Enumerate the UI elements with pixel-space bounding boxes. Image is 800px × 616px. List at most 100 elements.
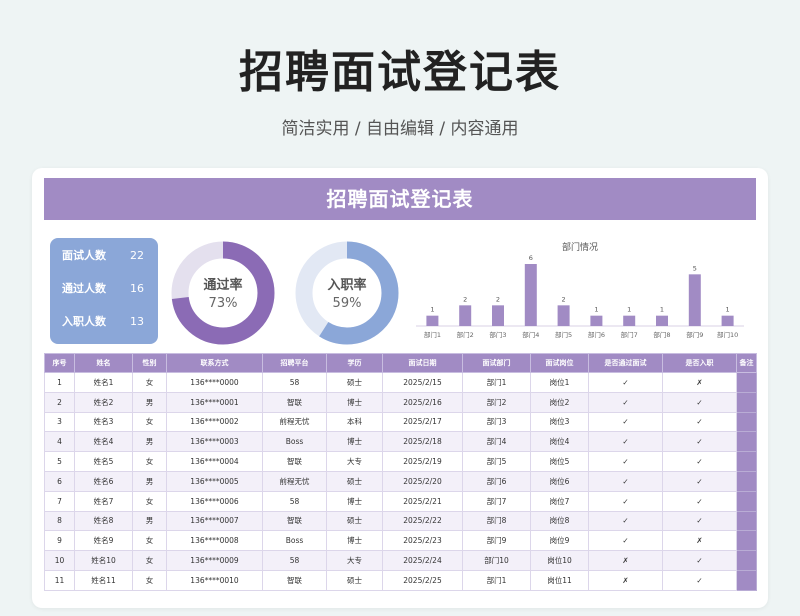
- table-cell[interactable]: 大专: [326, 550, 383, 571]
- column-header[interactable]: 是否通过面试: [588, 353, 663, 373]
- table-cell[interactable]: [736, 530, 757, 552]
- table-cell[interactable]: 岗位7: [530, 490, 589, 512]
- column-header[interactable]: 性别: [132, 353, 167, 373]
- table-cell[interactable]: 部门1: [462, 372, 531, 393]
- table-cell[interactable]: 大专: [326, 451, 383, 472]
- table-cell[interactable]: 2025/2/18: [382, 431, 463, 453]
- table-cell[interactable]: 5: [44, 451, 75, 472]
- table-cell[interactable]: 136****0003: [166, 431, 263, 453]
- table-cell[interactable]: 1: [44, 372, 75, 393]
- table-cell[interactable]: [736, 372, 757, 393]
- table-cell[interactable]: 136****0010: [166, 569, 263, 591]
- table-cell[interactable]: 姓名1: [74, 372, 133, 393]
- table-cell[interactable]: 女: [132, 550, 167, 571]
- table-cell[interactable]: 岗位5: [530, 451, 589, 472]
- table-row[interactable]: 11 姓名11 女 136****0010 智联 硕士 2025/2/25 部门1 岗位11 ✗ ✓: [44, 569, 757, 591]
- table-cell[interactable]: ✓: [588, 490, 663, 512]
- table-cell[interactable]: 博士: [326, 490, 383, 512]
- table-cell[interactable]: ✓: [588, 431, 663, 453]
- table-cell[interactable]: [736, 431, 757, 453]
- table-cell[interactable]: 2025/2/16: [382, 391, 463, 413]
- table-cell[interactable]: 姓名5: [74, 451, 133, 472]
- table-cell[interactable]: 女: [132, 372, 167, 393]
- table-cell[interactable]: ✓: [588, 510, 663, 532]
- table-row[interactable]: 3 姓名3 女 136****0002 前程无忧 本科 2025/2/17 部门3 岗位3 ✓ ✓: [44, 411, 757, 433]
- table-cell[interactable]: 岗位8: [530, 510, 589, 532]
- table-cell[interactable]: 2025/2/25: [382, 569, 463, 591]
- table-cell[interactable]: 2025/2/20: [382, 470, 463, 492]
- table-cell[interactable]: ✗: [662, 372, 737, 393]
- table-cell[interactable]: 岗位10: [530, 550, 589, 571]
- table-row[interactable]: 2 姓名2 男 136****0001 智联 博士 2025/2/16 部门2 岗位2 ✓ ✓: [44, 391, 757, 413]
- table-cell[interactable]: 岗位9: [530, 530, 589, 552]
- table-cell[interactable]: 姓名7: [74, 490, 133, 512]
- table-cell[interactable]: 前程无忧: [262, 470, 327, 492]
- table-cell[interactable]: [736, 490, 757, 512]
- table-cell[interactable]: 女: [132, 490, 167, 512]
- table-cell[interactable]: ✗: [588, 569, 663, 591]
- table-cell[interactable]: 智联: [262, 569, 327, 591]
- table-cell[interactable]: 136****0001: [166, 391, 263, 413]
- table-cell[interactable]: ✓: [662, 411, 737, 433]
- column-header[interactable]: 面试日期: [382, 353, 463, 373]
- table-cell[interactable]: Boss: [262, 530, 327, 552]
- table-cell[interactable]: 136****0005: [166, 470, 263, 492]
- table-cell[interactable]: 智联: [262, 510, 327, 532]
- table-cell[interactable]: 2025/2/17: [382, 411, 463, 433]
- column-header[interactable]: 备注: [736, 353, 757, 373]
- column-header[interactable]: 序号: [44, 353, 75, 373]
- table-cell[interactable]: [736, 411, 757, 433]
- table-cell[interactable]: 姓名6: [74, 470, 133, 492]
- table-cell[interactable]: 136****0007: [166, 510, 263, 532]
- table-cell[interactable]: 女: [132, 530, 167, 552]
- table-cell[interactable]: ✓: [588, 411, 663, 433]
- table-row[interactable]: 4 姓名4 男 136****0003 Boss 博士 2025/2/18 部门4 岗位4 ✓ ✓: [44, 431, 757, 453]
- table-cell[interactable]: ✓: [588, 470, 663, 492]
- column-header[interactable]: 招聘平台: [262, 353, 327, 373]
- table-row[interactable]: 7 姓名7 女 136****0006 58 博士 2025/2/21 部门7 岗位7 ✓ ✓: [44, 490, 757, 512]
- table-cell[interactable]: 岗位4: [530, 431, 589, 453]
- table-cell[interactable]: 136****0006: [166, 490, 263, 512]
- table-cell[interactable]: 7: [44, 490, 75, 512]
- table-cell[interactable]: [736, 510, 757, 532]
- table-cell[interactable]: ✓: [662, 470, 737, 492]
- table-cell[interactable]: 博士: [326, 530, 383, 552]
- column-header[interactable]: 学历: [326, 353, 383, 373]
- table-cell[interactable]: ✓: [662, 451, 737, 472]
- table-cell[interactable]: 女: [132, 411, 167, 433]
- table-cell[interactable]: 男: [132, 510, 167, 532]
- table-cell[interactable]: ✓: [662, 431, 737, 453]
- table-cell[interactable]: 136****0002: [166, 411, 263, 433]
- table-cell[interactable]: 部门4: [462, 431, 531, 453]
- table-cell[interactable]: [736, 550, 757, 571]
- table-cell[interactable]: ✓: [588, 451, 663, 472]
- table-cell[interactable]: 2025/2/21: [382, 490, 463, 512]
- column-header[interactable]: 是否入职: [662, 353, 737, 373]
- table-cell[interactable]: ✓: [662, 391, 737, 413]
- table-row[interactable]: 5 姓名5 女 136****0004 智联 大专 2025/2/19 部门5 岗位5 ✓ ✓: [44, 451, 757, 472]
- table-row[interactable]: 8 姓名8 男 136****0007 智联 硕士 2025/2/22 部门8 岗位8 ✓ ✓: [44, 510, 757, 532]
- table-cell[interactable]: 男: [132, 431, 167, 453]
- table-row[interactable]: 1 姓名1 女 136****0000 58 硕士 2025/2/15 部门1 岗位1 ✓ ✗: [44, 372, 757, 393]
- table-cell[interactable]: ✓: [662, 550, 737, 571]
- table-cell[interactable]: 2025/2/23: [382, 530, 463, 552]
- table-cell[interactable]: 博士: [326, 431, 383, 453]
- table-cell[interactable]: 硕士: [326, 510, 383, 532]
- table-cell[interactable]: 3: [44, 411, 75, 433]
- table-cell[interactable]: 6: [44, 470, 75, 492]
- table-cell[interactable]: 男: [132, 391, 167, 413]
- table-cell[interactable]: 硕士: [326, 470, 383, 492]
- table-cell[interactable]: Boss: [262, 431, 327, 453]
- table-cell[interactable]: 姓名10: [74, 550, 133, 571]
- table-cell[interactable]: ✓: [588, 391, 663, 413]
- table-cell[interactable]: 11: [44, 569, 75, 591]
- column-header[interactable]: 面试岗位: [530, 353, 589, 373]
- table-cell[interactable]: 136****0009: [166, 550, 263, 571]
- table-cell[interactable]: 58: [262, 372, 327, 393]
- table-cell[interactable]: ✓: [662, 510, 737, 532]
- table-cell[interactable]: 女: [132, 569, 167, 591]
- table-cell[interactable]: 部门8: [462, 510, 531, 532]
- table-cell[interactable]: 136****0000: [166, 372, 263, 393]
- table-cell[interactable]: 58: [262, 550, 327, 571]
- table-cell[interactable]: 姓名3: [74, 411, 133, 433]
